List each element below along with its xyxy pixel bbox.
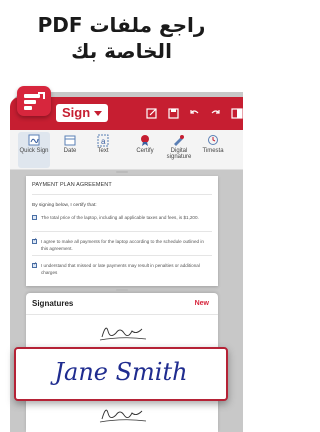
saved-signature-1[interactable] [92, 319, 152, 345]
timestamp-icon [208, 135, 218, 145]
tool-date[interactable]: Date [54, 132, 86, 168]
svg-text:a: a [101, 137, 106, 146]
divider [32, 255, 212, 256]
sign-mode-dropdown[interactable]: Sign [56, 104, 109, 122]
headline-line-1: راجع ملفات PDF [37, 13, 206, 37]
headline-line-2: الخاصة بك [71, 39, 172, 63]
quick-sign-icon [28, 134, 40, 146]
drag-handle[interactable] [116, 289, 128, 291]
agreement-item-text: I agree to make all payments for the lap… [41, 239, 204, 251]
agreement-item: I agree to make all payments for the lap… [32, 237, 212, 252]
digital-signature-icon [174, 135, 184, 146]
agreement-item-text: The total price of the laptop, including… [41, 215, 199, 220]
tool-text[interactable]: a Text [87, 132, 119, 168]
tool-text-label: Text [97, 148, 109, 154]
edit-icon[interactable] [146, 104, 158, 123]
featured-signature-name: Jane Smith [54, 358, 188, 386]
tool-digital-signature-label: Digital signature [166, 148, 192, 160]
featured-signature[interactable]: Jane Smith [14, 347, 228, 401]
divider [26, 314, 218, 315]
text-icon: a [97, 134, 109, 147]
tool-date-label: Date [63, 148, 77, 154]
new-signature-button[interactable]: New [195, 300, 209, 307]
agreement-checkbox[interactable] [32, 237, 37, 244]
app-logo-icon [17, 86, 51, 116]
saved-signature-2[interactable] [92, 401, 152, 427]
drag-handle[interactable] [116, 171, 128, 173]
redo-icon[interactable] [210, 104, 221, 123]
reader-mode-icon[interactable] [231, 104, 243, 123]
divider [32, 231, 212, 232]
calendar-icon [64, 135, 76, 146]
agreement-checkbox[interactable] [32, 261, 37, 268]
agreement-item-text: I understand that missed or late payment… [41, 263, 200, 275]
certify-icon [141, 135, 149, 146]
tool-timestamp[interactable]: Timesta [197, 132, 229, 168]
sign-toolbar: Quick Sign Date a Text Certify Digital s… [10, 130, 243, 170]
agreement-item: The total price of the laptop, including… [32, 214, 212, 221]
header-actions [146, 104, 243, 123]
agreement-item: I understand that missed or late payment… [32, 261, 212, 276]
document-intro: By signing below, I certify that: [32, 203, 97, 208]
chevron-down-icon [94, 110, 103, 116]
tool-quick-sign-label: Quick Sign [19, 148, 49, 154]
promo-headline: راجع ملفات PDF الخاصة بك [0, 12, 243, 64]
sign-mode-label: Sign [62, 105, 91, 120]
tool-digital-signature[interactable]: Digital signature [163, 132, 195, 168]
document-page: PAYMENT PLAN AGREEMENT By signing below,… [26, 171, 218, 286]
undo-icon[interactable] [189, 104, 200, 123]
tool-timestamp-label: Timesta [202, 148, 224, 154]
tool-quick-sign[interactable]: Quick Sign [18, 132, 50, 168]
document-title: PAYMENT PLAN AGREEMENT [32, 182, 112, 188]
tool-certify[interactable]: Certify [129, 132, 161, 168]
divider [32, 194, 212, 195]
agreement-checkbox[interactable] [32, 215, 37, 220]
tool-certify-label: Certify [136, 148, 154, 154]
save-icon[interactable] [168, 104, 179, 123]
signatures-header: Signatures [32, 299, 74, 308]
